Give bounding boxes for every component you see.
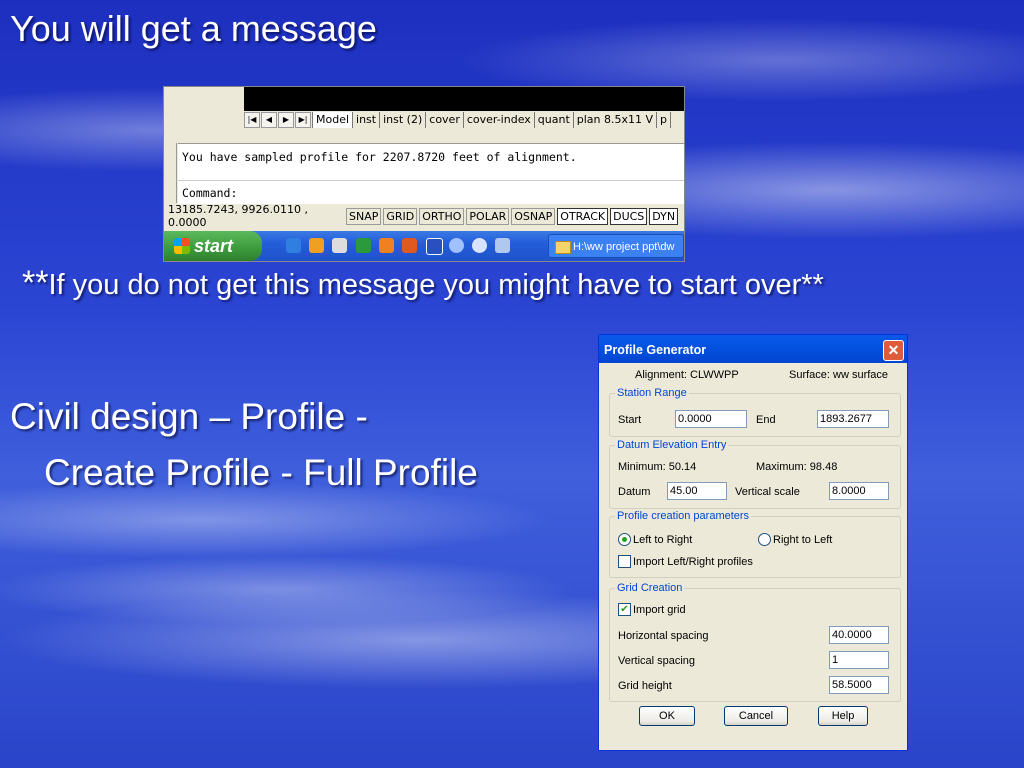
station-range-legend: Station Range <box>615 387 689 399</box>
quicklaunch-icon[interactable] <box>472 238 487 253</box>
tab-cover[interactable]: cover <box>426 112 464 128</box>
note-stars: ** <box>22 264 49 302</box>
taskbar-item-explorer[interactable]: H:\ww project ppt\dw <box>548 234 684 258</box>
quicklaunch-icon[interactable] <box>449 238 464 253</box>
help-button[interactable]: Help <box>818 706 868 726</box>
vertical-spacing-input[interactable]: 1 <box>829 651 889 669</box>
command-prompt[interactable]: Command: <box>182 186 237 200</box>
ortho-button[interactable]: ORTHO <box>419 207 465 225</box>
grid-creation-legend: Grid Creation <box>615 582 685 594</box>
tab-plan[interactable]: plan 8.5x11 V <box>574 112 658 128</box>
excel-icon[interactable] <box>356 238 371 253</box>
ok-button[interactable]: OK <box>639 706 695 726</box>
cancel-button[interactable]: Cancel <box>724 706 788 726</box>
tab-cover-index[interactable]: cover-index <box>464 112 535 128</box>
warning-note: **If you do not get this message you mig… <box>22 264 824 303</box>
quicklaunch-icon[interactable] <box>379 238 394 253</box>
right-to-left-label[interactable]: Right to Left <box>773 534 832 546</box>
ducs-button[interactable]: DUCS <box>610 207 648 225</box>
quicklaunch-icon[interactable] <box>309 238 324 253</box>
coordinate-readout: 13185.7243, 9926.0110 , 0.0000 <box>168 203 308 229</box>
quicklaunch-icon[interactable] <box>495 238 510 253</box>
osnap-button[interactable]: OSNAP <box>511 207 556 225</box>
alignment-label: Alignment: CLWWPP <box>635 369 739 381</box>
import-lr-label[interactable]: Import Left/Right profiles <box>633 556 753 568</box>
tab-inst[interactable]: inst <box>353 112 381 128</box>
first-tab-icon[interactable]: |◀ <box>244 112 260 128</box>
tab-quant[interactable]: quant <box>535 112 574 128</box>
right-to-left-radio[interactable] <box>758 533 771 546</box>
command-window[interactable]: You have sampled profile for 2207.8720 f… <box>178 143 684 204</box>
grid-height-input[interactable]: 58.5000 <box>829 676 889 694</box>
start-label: Start <box>618 414 642 426</box>
start-button[interactable]: start <box>164 231 262 261</box>
left-to-right-label[interactable]: Left to Right <box>633 534 692 546</box>
layout-tabs: |◀ ◀ ▶ ▶| Model inst inst (2) cover cove… <box>244 111 684 129</box>
maximum-label: Maximum: 98.48 <box>756 461 838 473</box>
minimum-label: Minimum: 50.14 <box>618 461 697 473</box>
vertical-scale-label: Vertical scale <box>735 486 800 498</box>
dialog-title-bar[interactable]: Profile Generator ✕ <box>599 335 907 363</box>
datum-legend: Datum Elevation Entry <box>615 439 729 451</box>
folder-icon <box>555 241 571 254</box>
import-grid-label[interactable]: Import grid <box>633 604 686 616</box>
ie-icon[interactable] <box>286 238 301 253</box>
dialog-title: Profile Generator <box>604 343 707 357</box>
vertical-spacing-label: Vertical spacing <box>618 655 696 667</box>
surface-label: Surface: ww surface <box>789 369 889 381</box>
horizontal-spacing-input[interactable]: 40.0000 <box>829 626 889 644</box>
status-bar: 13185.7243, 9926.0110 , 0.0000 SNAP GRID… <box>164 203 684 229</box>
datum-label: Datum <box>618 486 651 498</box>
drawing-area <box>164 87 684 111</box>
polar-button[interactable]: POLAR <box>466 207 510 225</box>
quicklaunch-icon[interactable] <box>332 238 347 253</box>
tab-p[interactable]: p <box>657 112 672 128</box>
horizontal-spacing-label: Horizontal spacing <box>618 630 709 642</box>
profile-params-legend: Profile creation parameters <box>615 510 752 522</box>
import-lr-checkbox[interactable] <box>618 555 631 568</box>
tab-inst-2[interactable]: inst (2) <box>380 112 427 128</box>
datum-input[interactable]: 45.00 <box>667 482 727 500</box>
grid-height-label: Grid height <box>618 680 672 692</box>
grid-button[interactable]: GRID <box>383 207 418 225</box>
bullet-civil-design: Civil design – Profile - <box>10 396 368 437</box>
left-to-right-radio[interactable] <box>618 533 631 546</box>
tab-model[interactable]: Model <box>312 112 354 128</box>
word-icon[interactable] <box>426 238 443 255</box>
end-input[interactable]: 1893.2677 <box>817 410 889 428</box>
close-icon[interactable]: ✕ <box>883 340 904 361</box>
note-text: If you do not get this message you might… <box>48 269 824 301</box>
vertical-scale-input[interactable]: 8.0000 <box>829 482 889 500</box>
slide-title: You will get a message <box>10 8 377 49</box>
autocad-screenshot: |◀ ◀ ▶ ▶| Model inst inst (2) cover cove… <box>163 86 685 262</box>
windows-logo-icon <box>174 238 190 254</box>
powerpoint-icon[interactable] <box>402 238 417 253</box>
next-tab-icon[interactable]: ▶ <box>278 112 294 128</box>
profile-params-group <box>609 516 901 578</box>
command-window-handle[interactable] <box>166 143 177 203</box>
profile-generator-dialog: Profile Generator ✕ Alignment: CLWWPP Su… <box>598 334 908 751</box>
otrack-button[interactable]: OTRACK <box>557 207 609 225</box>
windows-taskbar: start H:\ww project ppt\dw <box>164 231 684 261</box>
snap-button[interactable]: SNAP <box>346 207 382 225</box>
last-tab-icon[interactable]: ▶| <box>295 112 311 128</box>
bullet-create-profile: Create Profile - Full Profile <box>44 452 478 493</box>
dyn-button[interactable]: DYN <box>649 207 679 225</box>
start-input[interactable]: 0.0000 <box>675 410 747 428</box>
command-message: You have sampled profile for 2207.8720 f… <box>182 150 577 164</box>
prev-tab-icon[interactable]: ◀ <box>261 112 277 128</box>
import-grid-checkbox[interactable]: ✔ <box>618 603 631 616</box>
end-label: End <box>756 414 776 426</box>
